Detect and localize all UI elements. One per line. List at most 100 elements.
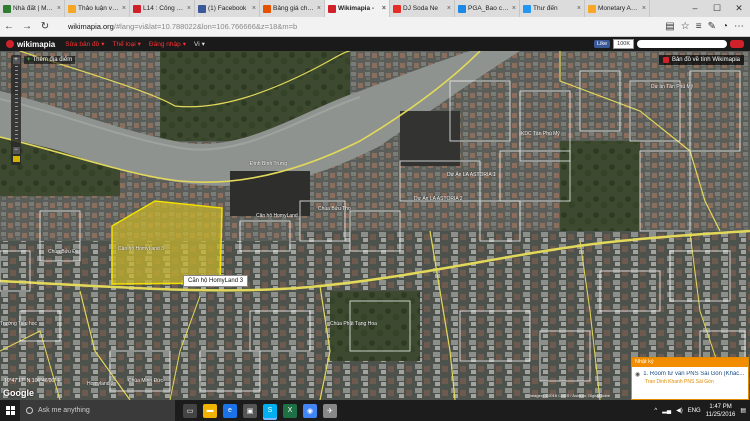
map-place-label[interactable]: Trường Tiểu học: [0, 321, 37, 327]
map-search-input[interactable]: [637, 40, 727, 48]
close-window-icon[interactable]: ✕: [728, 0, 750, 17]
wikimapia-logo[interactable]: wikimapia: [6, 40, 55, 49]
wikimapia-map-button[interactable]: Bản đồ về tính Wikimapia: [658, 55, 744, 65]
excel-icon[interactable]: X: [283, 403, 297, 418]
network-icon[interactable]: ▂▄: [662, 407, 671, 414]
action-center-icon[interactable]: ▤: [740, 407, 746, 414]
wikimapia-menu-item[interactable]: Đăng nhập ▾: [148, 40, 186, 49]
chevron-down-icon: ▾: [182, 41, 186, 48]
zoom-in-button[interactable]: +: [12, 57, 20, 64]
browser-tab[interactable]: Wikimapia - ×: [325, 0, 390, 17]
chat-notification[interactable]: Nhật ký ◉ 1. Room tư vấn PNS Sài Gòn (Kh…: [631, 357, 749, 400]
hub-icon[interactable]: ≡: [696, 21, 702, 32]
menu-item-label: Đăng nhập: [148, 40, 181, 48]
chevron-down-icon: ▾: [137, 41, 141, 48]
browser-tab[interactable]: PGA_Bao cao ai×: [455, 0, 520, 17]
share-icon[interactable]: ◔: [722, 21, 728, 32]
tab-close-icon[interactable]: ×: [512, 5, 516, 12]
facebook-like-button[interactable]: Like: [594, 40, 611, 48]
eye-icon: ◉: [635, 372, 641, 378]
language-indicator[interactable]: ENG: [688, 408, 701, 414]
notes-icon[interactable]: ✎: [708, 21, 716, 32]
satellite-map[interactable]: Căn hộ HomyLand 3 Căn hộ HomyLand Dự Án LA…: [0, 51, 750, 400]
tab-favicon-icon: [458, 4, 466, 13]
tab-close-icon[interactable]: ×: [317, 5, 321, 12]
tab-favicon-icon: [393, 4, 401, 13]
maximize-icon[interactable]: ☐: [706, 0, 728, 17]
tab-label: PGA_Bao cao ai: [468, 5, 510, 12]
favorite-star-icon[interactable]: ☆: [681, 21, 690, 32]
zoom-slider[interactable]: [14, 66, 18, 141]
minimize-icon[interactable]: –: [684, 0, 706, 17]
browser-tab[interactable]: Bảng giá chứng ×: [260, 0, 325, 17]
windows-taskbar: Ask me anything ▭ ▬ e ▣ S X ◉ ✈ ^ ▂▄ ◀) ENG 1:4…: [0, 400, 750, 421]
cortana-search-box[interactable]: Ask me anything: [20, 400, 175, 421]
chrome-icon[interactable]: ◉: [303, 403, 317, 418]
map-place-label[interactable]: Căn hộ HomyLand: [256, 213, 298, 219]
tab-favicon-icon: [263, 4, 271, 13]
map-place-label[interactable]: Dự án Tân Phú Mỹ: [651, 84, 693, 90]
tab-close-icon[interactable]: ×: [447, 5, 451, 12]
tray-chevron-icon[interactable]: ^: [654, 408, 657, 414]
refresh-icon[interactable]: ↻: [36, 21, 54, 32]
skype-icon[interactable]: S: [263, 403, 277, 418]
notification-row[interactable]: ◉ 1. Room tư vấn PNS Sài Gòn (Khác...: [632, 367, 748, 378]
browser-tab[interactable]: DJ Soda Ne ×: [390, 0, 455, 17]
clock-time: 1:47 PM: [709, 403, 732, 410]
start-button[interactable]: [0, 406, 20, 415]
map-place-label[interactable]: Chùa Minh Đức: [128, 378, 163, 384]
map-place-label[interactable]: Căn hộ HomyLand 3: [118, 246, 164, 252]
app8-icon[interactable]: ✈: [323, 403, 337, 418]
tab-close-icon[interactable]: ×: [642, 5, 646, 12]
edge-icon[interactable]: e: [223, 403, 237, 418]
browser-tab[interactable]: L14 : Công ty cổ×: [130, 0, 195, 17]
map-place-label[interactable]: Chùa Phật Tạng Hoa: [330, 321, 377, 327]
map-place-label[interactable]: Chùa Bửu Thọ: [318, 206, 351, 212]
windows-logo-icon: [5, 406, 15, 415]
reading-view-icon[interactable]: ▤: [665, 21, 674, 32]
tab-close-icon[interactable]: ×: [252, 5, 256, 12]
browser-tab[interactable]: Thư đến ×: [520, 0, 585, 17]
map-place-label[interactable]: Chùa Bửu Đà: [48, 249, 79, 255]
tab-label: Thư đến: [533, 5, 558, 12]
forward-icon[interactable]: →: [18, 21, 36, 32]
map-place-label[interactable]: KDC Tân Phú Mỹ: [521, 131, 560, 137]
wikimapia-menu-item[interactable]: Vi ▾: [194, 40, 205, 49]
tab-close-icon[interactable]: ×: [382, 5, 386, 12]
map-place-label[interactable]: Đình Bình Trưng: [250, 161, 287, 167]
map-place-label[interactable]: Dự Án LA ASTORIA 1: [447, 172, 496, 178]
add-place-button[interactable]: + Thêm địa điểm: [24, 56, 76, 64]
google-logo: Google: [3, 388, 34, 398]
map-place-label[interactable]: Dự Án LA ASTORIA 2: [414, 196, 463, 202]
plus-icon: +: [27, 57, 31, 63]
layer-icon[interactable]: [12, 156, 20, 162]
store-icon[interactable]: ▣: [243, 403, 257, 418]
browser-tab[interactable]: Monetary Autho ×: [585, 0, 650, 17]
browser-tab[interactable]: Thảo luận về cá ×: [65, 0, 130, 17]
browser-tab[interactable]: Nhà đất | Mua b ×: [0, 0, 65, 17]
wikimapia-menu-item[interactable]: Thể loại ▾: [113, 40, 141, 49]
browser-tab[interactable]: (1) Facebook ×: [195, 0, 260, 17]
clock[interactable]: 1:47 PM 11/25/2016: [706, 403, 736, 419]
taskbar-apps: ▭ ▬ e ▣ S X ◉ ✈: [183, 403, 337, 418]
task-view-icon[interactable]: ▭: [183, 403, 197, 418]
tab-label: L14 : Công ty cổ: [143, 5, 185, 12]
tab-close-icon[interactable]: ×: [577, 5, 581, 12]
tab-close-icon[interactable]: ×: [187, 5, 191, 12]
wikimapia-menu-item[interactable]: Sửa bản đồ ▾: [65, 40, 104, 49]
map-search-button[interactable]: [730, 40, 744, 48]
tab-close-icon[interactable]: ×: [57, 5, 61, 12]
map-copyright: Imagery ©2016 CNES / Astrium, DigitalGlo…: [529, 393, 610, 398]
notification-title: 1. Room tư vấn PNS Sài Gòn (Khác...: [643, 371, 745, 377]
zoom-out-button[interactable]: −: [12, 147, 20, 154]
tab-label: (1) Facebook: [208, 5, 247, 12]
map-place-label[interactable]: Homyland 2: [87, 381, 114, 387]
volume-icon[interactable]: ◀): [676, 407, 683, 414]
url-field[interactable]: wikimapia.org/#lang=vi&lat=10.788022&lon…: [68, 22, 297, 31]
back-icon[interactable]: ←: [0, 21, 18, 32]
zoom-control: + −: [11, 55, 21, 165]
facebook-like-count: 100K: [613, 39, 634, 49]
tab-close-icon[interactable]: ×: [122, 5, 126, 12]
file-explorer-icon[interactable]: ▬: [203, 403, 217, 418]
more-icon[interactable]: ⋯: [734, 21, 744, 32]
